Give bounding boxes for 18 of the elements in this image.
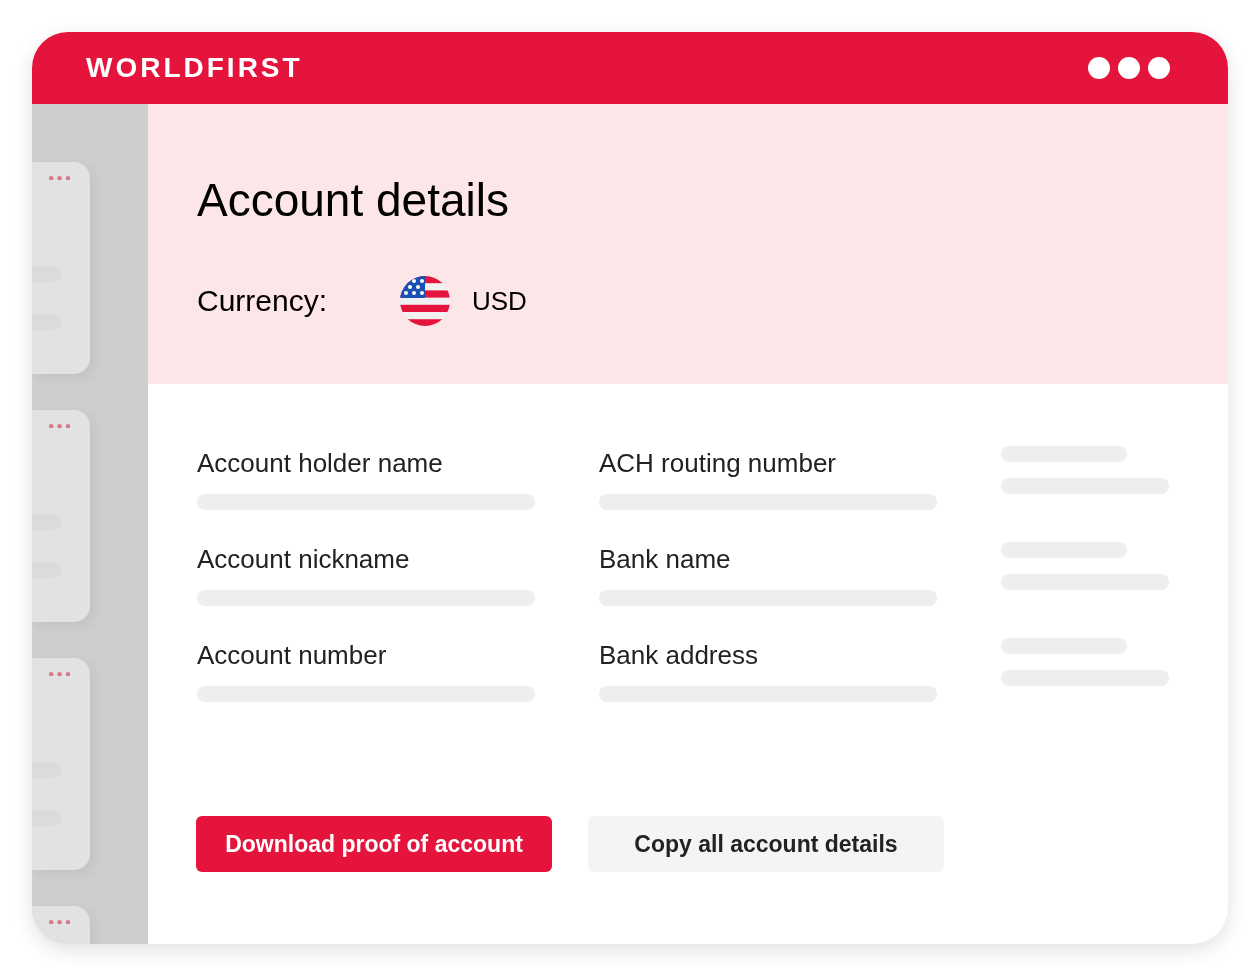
field-label: Account number [197,640,388,670]
currency-value: USD [472,285,527,317]
more-icon [48,176,70,181]
copy-button[interactable]: Copy all account details [588,816,944,872]
field-label: ACH routing number [599,448,837,478]
page-title: Account details [197,173,510,228]
field-label: Account holder name [197,448,444,478]
more-icon [48,920,70,925]
more-icon [48,672,70,677]
currency-label: Currency: [197,284,329,318]
more-icon [1088,57,1170,79]
field-label: Bank name [599,544,732,574]
brand-logo: WORLDFIRST [86,52,303,84]
download-button[interactable]: Download proof of account [196,816,552,872]
flag-icon [400,276,450,326]
field-label: Bank address [599,640,759,670]
field-label: Account nickname [197,544,411,574]
more-icon [48,424,70,429]
